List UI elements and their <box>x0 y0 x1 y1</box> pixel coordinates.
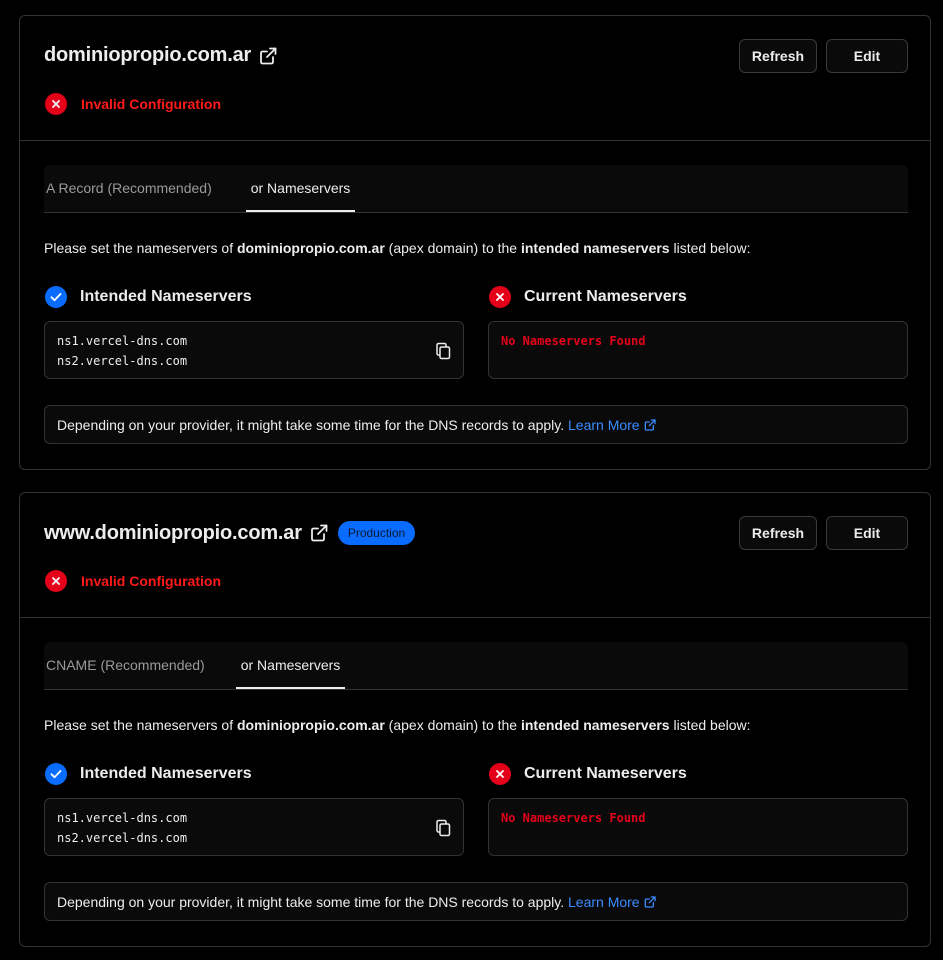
config-status: Invalid Configuration <box>45 570 221 592</box>
current-nameservers-box: No Nameservers Found <box>488 321 908 379</box>
domain-card-header: www.dominiopropio.com.ar Production Refr… <box>20 493 930 618</box>
card-actions: Refresh Edit <box>739 516 908 550</box>
tab-a-record[interactable]: A Record (Recommended) <box>46 165 212 211</box>
badge-label: Production <box>347 526 406 540</box>
learn-more-label: Learn More <box>568 894 640 910</box>
domain-name[interactable]: dominiopropio.com.ar <box>44 44 251 67</box>
status-text: Invalid Configuration <box>81 573 221 589</box>
current-heading: Current Nameservers <box>489 763 687 785</box>
external-link-icon <box>644 896 656 908</box>
card-actions: Refresh Edit <box>739 39 908 73</box>
instruction-intended: intended nameservers <box>520 240 670 256</box>
instruction-text: Please set the nameservers of dominiopro… <box>44 717 751 733</box>
record-tabs: CNAME (Recommended) or Nameservers <box>44 642 908 690</box>
intended-nameservers-box: ns1.vercel-dns.com ns2.vercel-dns.com <box>44 798 464 856</box>
external-link-icon[interactable] <box>259 47 277 65</box>
check-circle-icon <box>45 286 67 308</box>
tab-nameservers[interactable]: or Nameservers <box>236 642 345 689</box>
dns-propagation-note: Depending on your provider, it might tak… <box>44 882 908 921</box>
dns-config-panel: A Record (Recommended) or Nameservers Pl… <box>20 141 930 469</box>
tab-nameservers[interactable]: or Nameservers <box>246 165 355 212</box>
instruction-mid: (apex domain) to the <box>384 717 521 733</box>
domain-row: dominiopropio.com.ar <box>44 44 277 67</box>
intended-title: Intended Nameservers <box>80 765 252 782</box>
intended-heading: Intended Nameservers <box>45 763 252 785</box>
domain-card-header: dominiopropio.com.ar Refresh Edit Invali… <box>20 16 930 141</box>
no-nameservers-text: No Nameservers Found <box>501 811 646 825</box>
current-title: Current Nameservers <box>524 765 687 782</box>
domain-card: www.dominiopropio.com.ar Production Refr… <box>19 492 931 947</box>
instruction-intended: intended nameservers <box>520 717 670 733</box>
record-tabs: A Record (Recommended) or Nameservers <box>44 165 908 213</box>
refresh-button[interactable]: Refresh <box>739 516 817 550</box>
copy-icon[interactable] <box>435 342 451 360</box>
nameserver-value[interactable]: ns2.vercel-dns.com <box>57 831 187 845</box>
nameserver-value[interactable]: ns1.vercel-dns.com <box>57 811 187 825</box>
note-text: Depending on your provider, it might tak… <box>57 417 565 433</box>
tab-cname[interactable]: CNAME (Recommended) <box>46 642 205 688</box>
instruction-post: listed below: <box>669 240 751 256</box>
x-circle-icon <box>45 570 67 592</box>
no-nameservers-text: No Nameservers Found <box>501 334 646 348</box>
instruction-pre: Please set the nameservers of <box>44 240 237 256</box>
copy-icon[interactable] <box>435 819 451 837</box>
instruction-post: listed below: <box>669 717 751 733</box>
external-link-icon[interactable] <box>310 524 328 542</box>
x-circle-icon <box>45 93 67 115</box>
check-circle-icon <box>45 763 67 785</box>
nameserver-value[interactable]: ns2.vercel-dns.com <box>57 354 187 368</box>
config-status: Invalid Configuration <box>45 93 221 115</box>
intended-title: Intended Nameservers <box>80 288 252 305</box>
current-nameservers-box: No Nameservers Found <box>488 798 908 856</box>
current-heading: Current Nameservers <box>489 286 687 308</box>
instruction-mid: (apex domain) to the <box>384 240 521 256</box>
instruction-pre: Please set the nameservers of <box>44 717 237 733</box>
nameserver-value[interactable]: ns1.vercel-dns.com <box>57 334 187 348</box>
instruction-text: Please set the nameservers of dominiopro… <box>44 240 751 256</box>
production-badge: Production <box>337 521 416 545</box>
edit-button[interactable]: Edit <box>826 516 908 550</box>
domain-name[interactable]: www.dominiopropio.com.ar <box>44 522 302 545</box>
domain-card: dominiopropio.com.ar Refresh Edit Invali… <box>19 15 931 470</box>
instruction-domain: dominiopropio.com.ar <box>237 240 385 256</box>
edit-button[interactable]: Edit <box>826 39 908 73</box>
x-circle-icon <box>489 286 511 308</box>
domain-row: www.dominiopropio.com.ar Production <box>44 521 416 545</box>
learn-more-label: Learn More <box>568 417 640 433</box>
external-link-icon <box>644 419 656 431</box>
learn-more-link[interactable]: Learn More <box>568 417 656 433</box>
learn-more-link[interactable]: Learn More <box>568 894 656 910</box>
refresh-button[interactable]: Refresh <box>739 39 817 73</box>
note-text: Depending on your provider, it might tak… <box>57 894 565 910</box>
dns-config-panel: CNAME (Recommended) or Nameservers Pleas… <box>20 618 930 946</box>
current-title: Current Nameservers <box>524 288 687 305</box>
status-text: Invalid Configuration <box>81 96 221 112</box>
dns-propagation-note: Depending on your provider, it might tak… <box>44 405 908 444</box>
intended-nameservers-box: ns1.vercel-dns.com ns2.vercel-dns.com <box>44 321 464 379</box>
x-circle-icon <box>489 763 511 785</box>
instruction-domain: dominiopropio.com.ar <box>237 717 385 733</box>
intended-heading: Intended Nameservers <box>45 286 252 308</box>
